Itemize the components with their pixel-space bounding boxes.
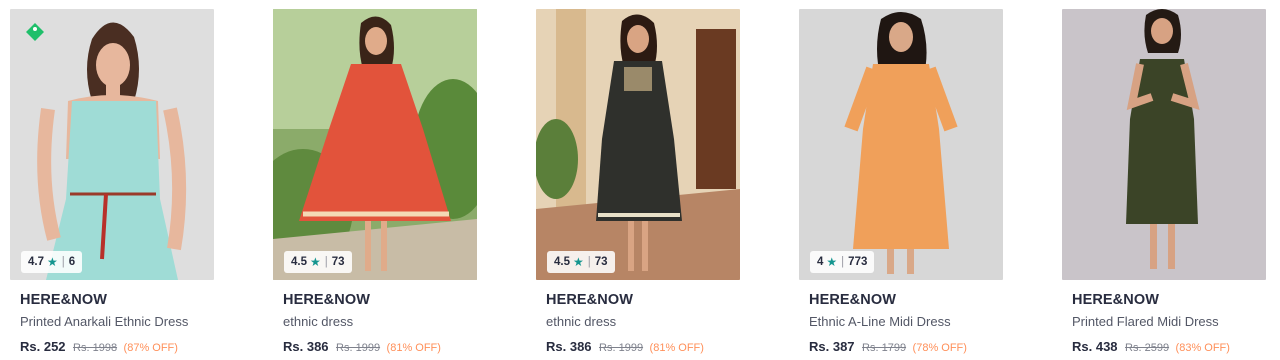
product-image[interactable]: 4 ★ | 773 <box>799 9 1003 280</box>
price-current: Rs. 252 <box>20 339 66 354</box>
price-mrp: Rs. 1799 <box>862 342 907 354</box>
rating-badge: 4.7 ★ | 6 <box>21 251 83 273</box>
product-card[interactable]: HERE&NOW Printed Flared Midi Dress Rs. 4… <box>1062 9 1266 360</box>
product-name[interactable]: ethnic dress <box>283 314 477 329</box>
rating-value: 4.5 <box>554 256 570 268</box>
price-discount: (83% OFF) <box>1175 342 1230 354</box>
rating-separator: | <box>61 256 65 268</box>
price-discount: (81% OFF) <box>386 342 441 354</box>
rating-value: 4.7 <box>28 256 44 268</box>
price-mrp: Rs. 1999 <box>599 342 644 354</box>
price-mrp: Rs. 2599 <box>1125 342 1170 354</box>
product-card[interactable]: 4.5 ★ | 73 HERE&NOW ethnic dress Rs. 386… <box>273 9 477 360</box>
rating-count: 73 <box>594 256 608 268</box>
star-icon: ★ <box>826 255 838 269</box>
product-price: Rs. 386 Rs. 1999 (81% OFF) <box>283 339 477 354</box>
price-current: Rs. 386 <box>546 339 592 354</box>
product-image[interactable]: 4.5 ★ | 73 <box>536 9 740 280</box>
rating-badge: 4.5 ★ | 73 <box>547 251 615 273</box>
product-brand[interactable]: HERE&NOW <box>1072 292 1266 308</box>
product-price: Rs. 386 Rs. 1999 (81% OFF) <box>546 339 740 354</box>
price-mrp: Rs. 1999 <box>336 342 381 354</box>
rating-badge: 4 ★ | 773 <box>810 251 875 273</box>
rating-value: 4.5 <box>291 256 307 268</box>
product-brand[interactable]: HERE&NOW <box>546 292 740 308</box>
product-grid: 4.7 ★ | 6 HERE&NOW Printed Anarkali Ethn… <box>0 0 1280 360</box>
product-name[interactable]: Printed Flared Midi Dress <box>1072 314 1266 329</box>
product-name[interactable]: Ethnic A-Line Midi Dress <box>809 314 1003 329</box>
rating-separator: | <box>324 256 328 268</box>
product-card[interactable]: 4 ★ | 773 HERE&NOW Ethnic A-Line Midi Dr… <box>799 9 1003 360</box>
price-discount: (81% OFF) <box>649 342 704 354</box>
rating-count: 773 <box>848 256 868 268</box>
rating-separator: | <box>587 256 591 268</box>
rating-count: 73 <box>331 256 345 268</box>
product-brand[interactable]: HERE&NOW <box>283 292 477 308</box>
product-price: Rs. 438 Rs. 2599 (83% OFF) <box>1072 339 1266 354</box>
product-card[interactable]: 4.7 ★ | 6 HERE&NOW Printed Anarkali Ethn… <box>10 9 214 360</box>
price-current: Rs. 386 <box>283 339 329 354</box>
product-image[interactable] <box>1062 9 1266 280</box>
price-discount: (87% OFF) <box>123 342 178 354</box>
star-icon: ★ <box>47 255 58 269</box>
price-current: Rs. 387 <box>809 339 855 354</box>
product-brand[interactable]: HERE&NOW <box>809 292 1003 308</box>
price-discount: (78% OFF) <box>912 342 967 354</box>
product-image[interactable]: 4.5 ★ | 73 <box>273 9 477 280</box>
rating-count: 6 <box>68 256 76 268</box>
tag-badge-icon <box>24 21 46 43</box>
product-price: Rs. 252 Rs. 1998 (87% OFF) <box>20 339 214 354</box>
star-icon: ★ <box>310 255 321 269</box>
price-mrp: Rs. 1998 <box>73 342 118 354</box>
product-price: Rs. 387 Rs. 1799 (78% OFF) <box>809 339 1003 354</box>
product-name[interactable]: Printed Anarkali Ethnic Dress <box>20 314 214 329</box>
star-icon: ★ <box>573 255 584 269</box>
product-name[interactable]: ethnic dress <box>546 314 740 329</box>
rating-value: 4 <box>817 256 824 268</box>
price-current: Rs. 438 <box>1072 339 1118 354</box>
rating-separator: | <box>841 256 845 268</box>
product-brand[interactable]: HERE&NOW <box>20 292 214 308</box>
product-card[interactable]: 4.5 ★ | 73 HERE&NOW ethnic dress Rs. 386… <box>536 9 740 360</box>
product-image[interactable]: 4.7 ★ | 6 <box>10 9 214 280</box>
rating-badge: 4.5 ★ | 73 <box>284 251 352 273</box>
